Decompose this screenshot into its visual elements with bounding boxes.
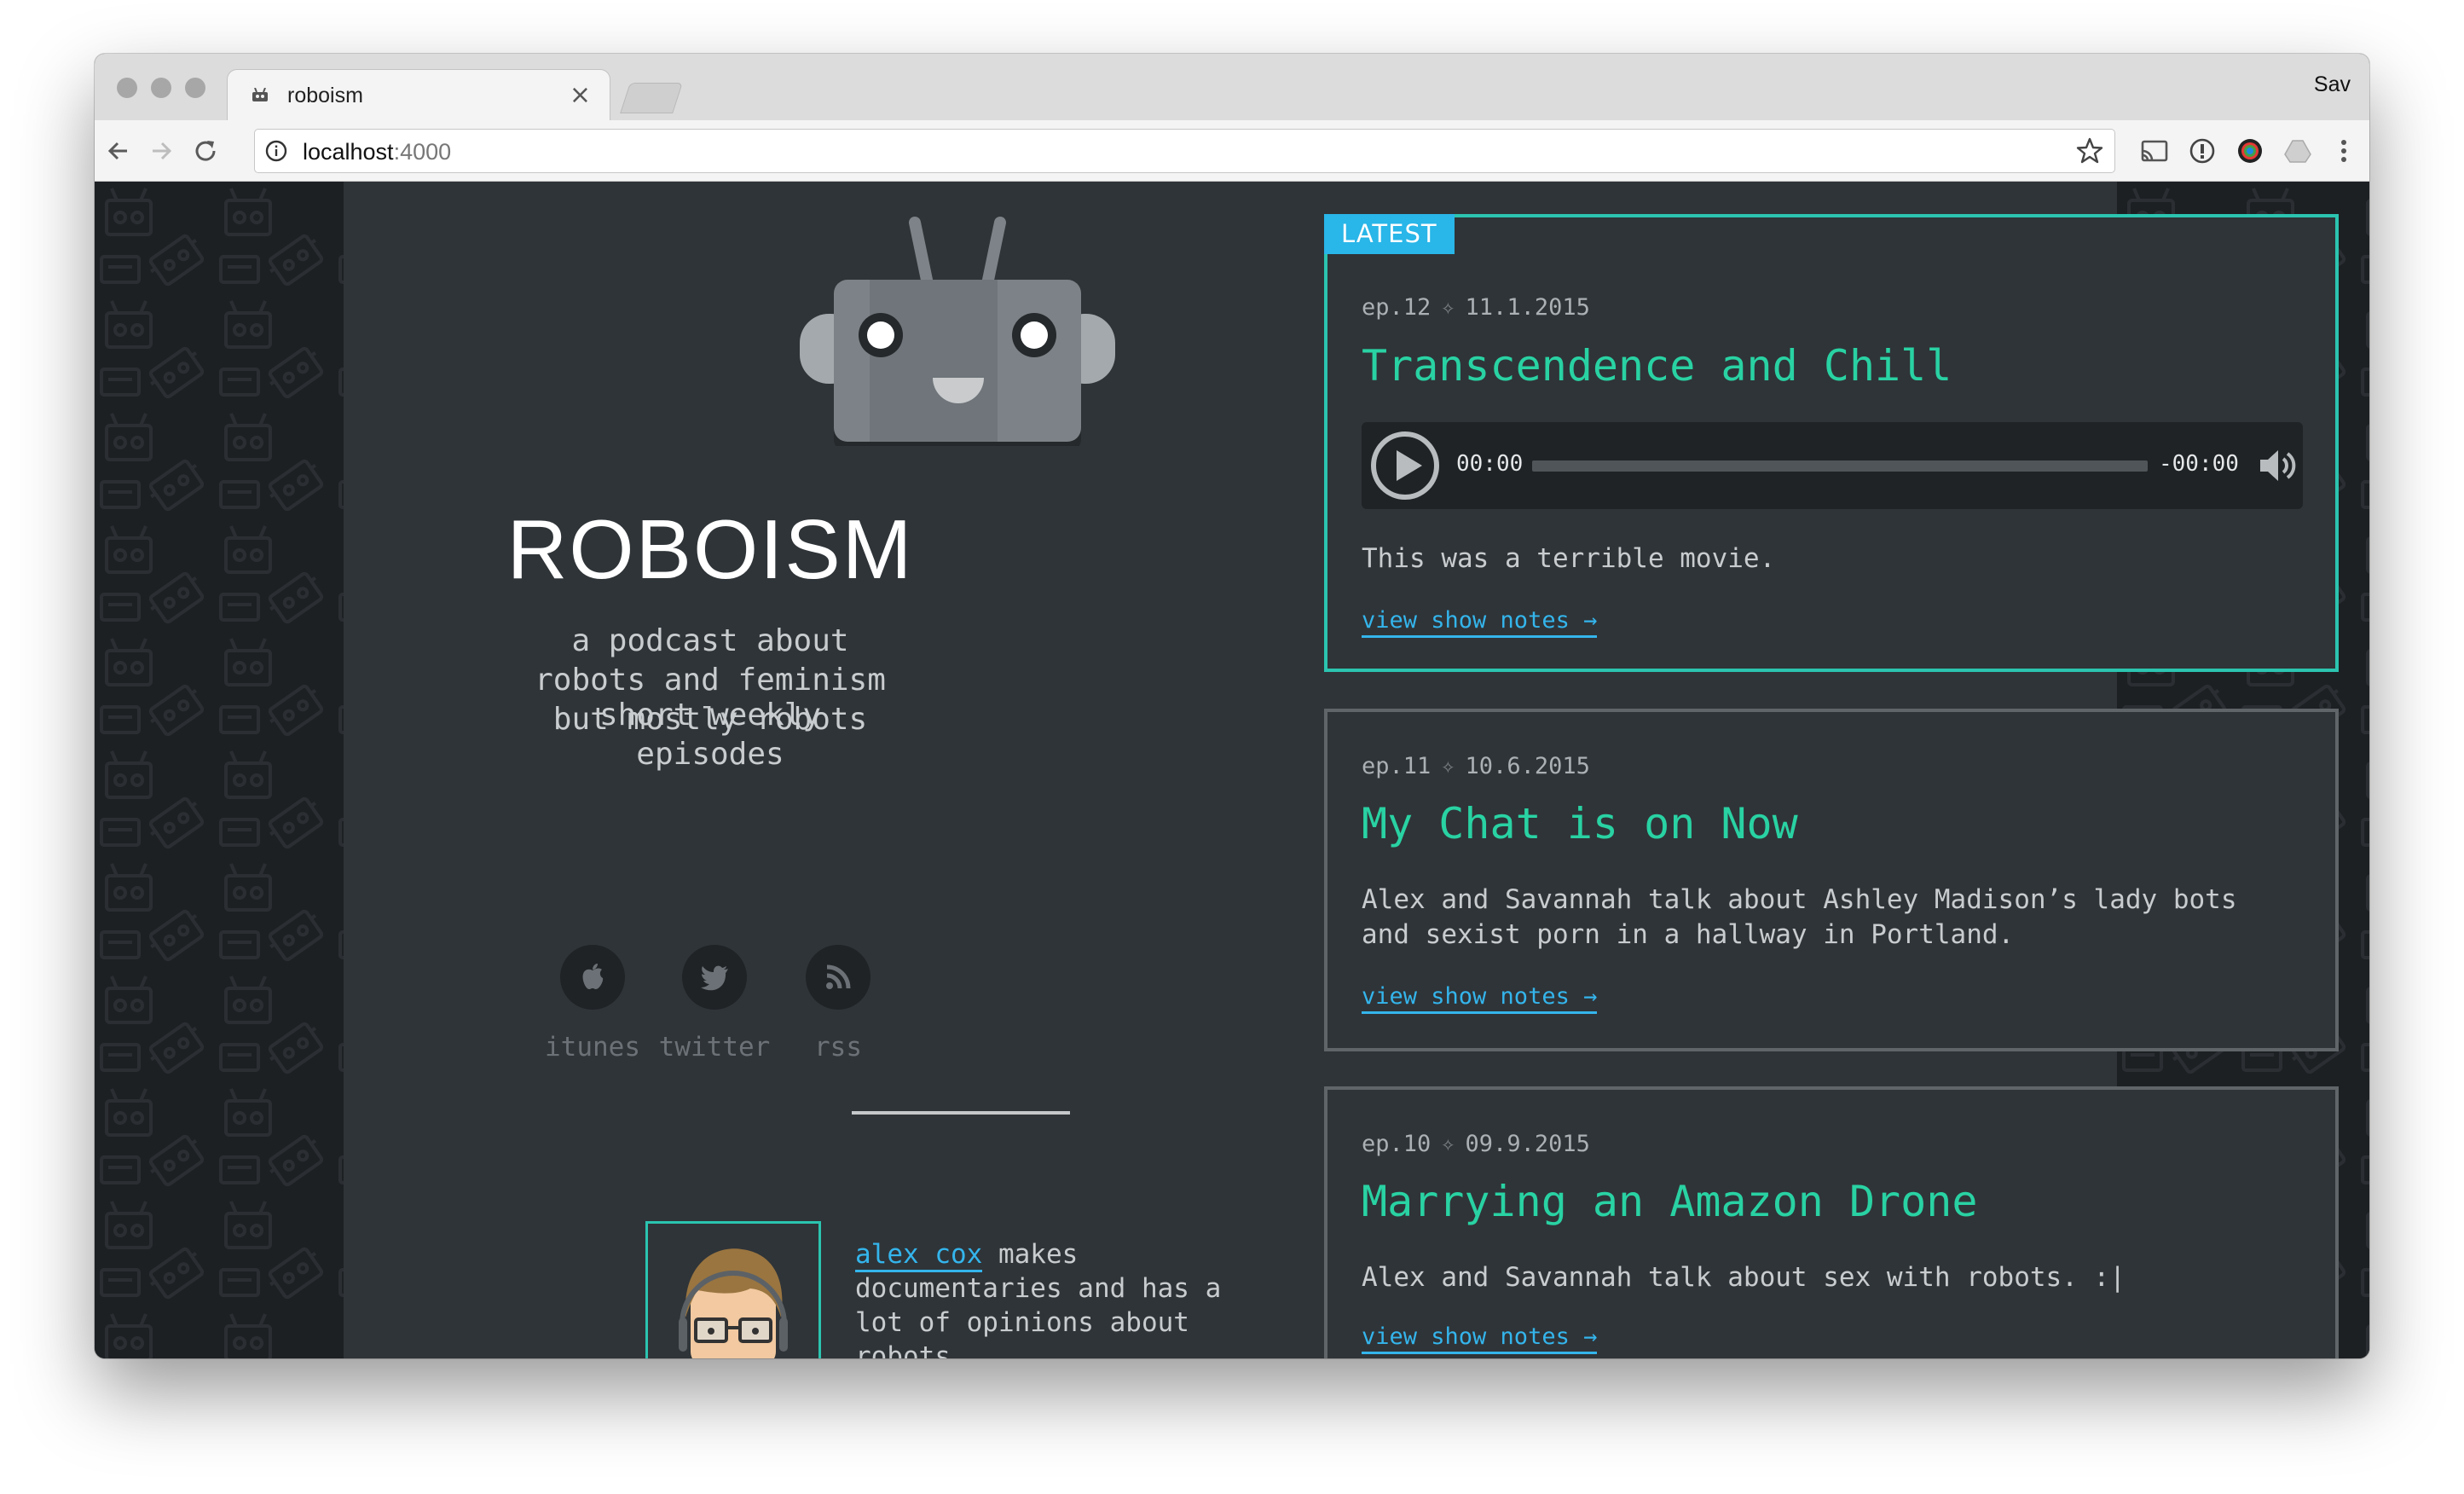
zoom-window-button[interactable]	[185, 78, 205, 98]
itunes-label: itunes	[545, 1032, 640, 1063]
view-show-notes-link[interactable]: view show notes →	[1362, 607, 1598, 638]
robot-logo-icon	[800, 217, 1115, 446]
avatar	[679, 1248, 788, 1358]
episode-date: 09.9.2015	[1465, 1131, 1590, 1157]
info-icon[interactable]	[265, 140, 287, 162]
sparkle-icon: ✧	[1441, 753, 1455, 779]
episode-date: 11.1.2015	[1465, 294, 1590, 321]
schedule-line: episodes	[636, 737, 784, 772]
episode-card: ep.11 ✧ 10.6.2015 My Chat is on Now Alex a…	[1324, 709, 2339, 1051]
rss-label: rss	[814, 1032, 862, 1063]
forward-arrow-icon[interactable]	[144, 134, 178, 168]
url-host: localhost	[303, 139, 394, 165]
sparkle-icon: ✧	[1441, 294, 1455, 321]
rss-icon	[826, 964, 851, 989]
episode-description: Alex and Savannah talk about Ashley Madi…	[1362, 884, 2237, 950]
page-viewport: ROBOISM a podcast about robots and femin…	[95, 182, 2369, 1358]
episode-title[interactable]: My Chat is on Now	[1362, 799, 1798, 848]
tab-bar: roboism × Sav	[95, 54, 2369, 120]
episode-card: ep.10 ✧ 09.9.2015 Marrying an Amazon Drone…	[1324, 1086, 2339, 1358]
audio-player: 00:00 -00:00	[1362, 422, 2303, 509]
remaining-time: -00:00	[2159, 451, 2239, 477]
episode-card-latest: LATEST ep.12 ✧ 11.1.2015 Transcendence and…	[1324, 214, 2339, 672]
address-bar[interactable]: localhost:4000	[254, 129, 2115, 173]
main-content: ROBOISM a podcast about robots and femin…	[344, 182, 2339, 1358]
volume-icon[interactable]	[2257, 446, 2298, 485]
tab-title: roboism	[287, 84, 363, 107]
schedule-text: short weekly episodes	[344, 696, 1077, 774]
episode-title[interactable]: Marrying an Amazon Drone	[1362, 1177, 1977, 1226]
section-divider	[852, 1111, 1070, 1115]
minimize-window-button[interactable]	[151, 78, 171, 98]
progress-scrubber[interactable]	[1532, 460, 2148, 472]
episode-title[interactable]: Transcendence and Chill	[1362, 341, 1952, 391]
schedule-line: short weekly	[599, 698, 822, 733]
sparkle-icon: ✧	[1441, 1131, 1455, 1157]
drive-icon[interactable]	[2281, 134, 2315, 168]
robot-pattern-left	[95, 182, 344, 1358]
twitter-link[interactable]: twitter	[646, 945, 783, 1064]
profile-name[interactable]: Sav	[2314, 72, 2351, 97]
twitter-icon-circle	[682, 945, 747, 1010]
episode-number: ep.12	[1362, 294, 1432, 321]
close-window-button[interactable]	[117, 78, 137, 98]
robot-favicon-icon	[252, 88, 268, 101]
itunes-icon-circle	[560, 945, 625, 1010]
reload-icon[interactable]	[188, 134, 223, 168]
latest-badge: LATEST	[1324, 214, 1455, 254]
browser-window: roboism × Sav localhost:4000 ROBOISM a p…	[95, 54, 2369, 1358]
current-time: 00:00	[1456, 451, 1524, 477]
twitter-icon	[701, 965, 728, 991]
color-extension-icon[interactable]	[2233, 134, 2267, 168]
host-bio: alex cox makes documentaries and has a l…	[855, 1237, 1264, 1358]
site-title: ROBOISM	[506, 502, 914, 596]
episode-description: Alex and Savannah talk about sex with ro…	[1362, 1262, 2126, 1293]
url-text: localhost:4000	[303, 139, 451, 165]
menu-dots-icon[interactable]	[2327, 134, 2361, 168]
itunes-link[interactable]: itunes	[524, 945, 661, 1064]
bookmark-star-icon[interactable]	[2075, 136, 2104, 165]
apple-icon	[582, 964, 604, 989]
url-port: :4000	[393, 139, 452, 165]
episode-number: ep.10	[1362, 1131, 1432, 1157]
tagline-line: robots and feminism	[535, 663, 886, 698]
host-avatar	[645, 1221, 821, 1358]
episode-number: ep.11	[1362, 753, 1432, 779]
cast-icon[interactable]	[2137, 134, 2172, 168]
episode-description: This was a terrible movie.	[1362, 543, 1776, 574]
tagline-line: a podcast about	[571, 623, 849, 658]
tab-close-icon[interactable]: ×	[570, 80, 591, 110]
rss-icon-circle	[806, 945, 870, 1010]
browser-toolbar: localhost:4000	[95, 120, 2369, 182]
twitter-label: twitter	[658, 1032, 771, 1063]
episode-meta: ep.12 ✧ 11.1.2015	[1362, 294, 1590, 321]
episode-meta: ep.11 ✧ 10.6.2015	[1362, 753, 1590, 779]
host-name-link[interactable]: alex cox	[855, 1239, 983, 1272]
view-show-notes-link[interactable]: view show notes →	[1362, 1323, 1598, 1354]
episode-date: 10.6.2015	[1465, 753, 1590, 779]
play-icon[interactable]	[1370, 431, 1440, 501]
browser-tab-roboism[interactable]: roboism ×	[227, 69, 610, 120]
extension-info-icon[interactable]	[2185, 134, 2219, 168]
rss-link[interactable]: rss	[770, 945, 906, 1064]
back-arrow-icon[interactable]	[101, 134, 136, 168]
view-show-notes-link[interactable]: view show notes →	[1362, 983, 1598, 1014]
new-tab-button[interactable]	[620, 83, 683, 113]
episode-meta: ep.10 ✧ 09.9.2015	[1362, 1131, 1590, 1157]
